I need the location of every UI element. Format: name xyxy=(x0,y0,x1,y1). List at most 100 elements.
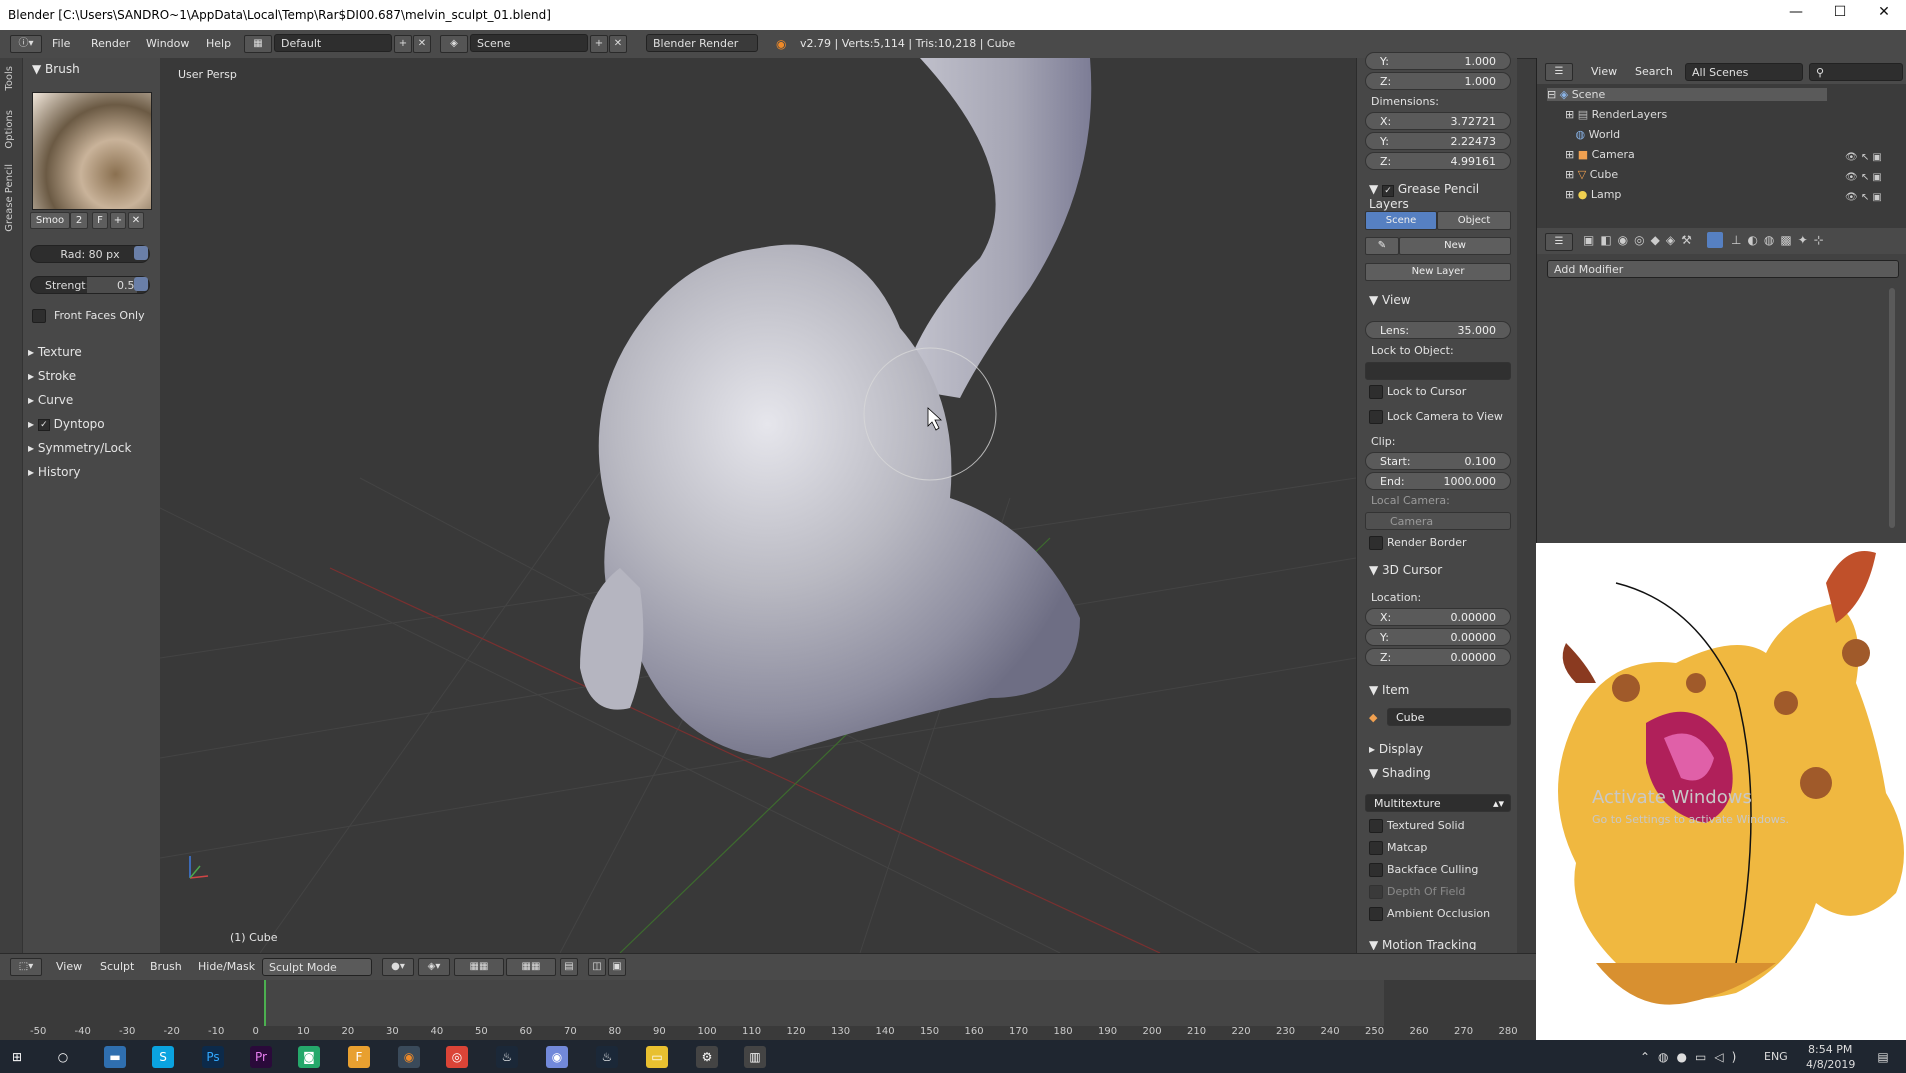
textured-solid-checkbox[interactable] xyxy=(1369,819,1383,833)
shading-icon[interactable]: ●▾ xyxy=(382,958,414,976)
gp-new-layer-button[interactable]: New Layer xyxy=(1365,263,1511,281)
properties-scrollbar[interactable] xyxy=(1889,288,1895,528)
layout-grid-icon[interactable]: ▦ xyxy=(244,35,272,53)
radius-slider[interactable]: Rad: 80 px xyxy=(30,245,150,263)
gp-object-button[interactable]: Object xyxy=(1437,211,1511,230)
tab-tools[interactable]: Tools xyxy=(4,66,15,91)
strength-slider[interactable]: Strengt: 0.500 xyxy=(30,276,150,294)
sculpt-menu[interactable]: Sculpt xyxy=(100,960,134,973)
gp-scene-button[interactable]: Scene xyxy=(1365,211,1437,230)
properties-editor-icon[interactable]: ☰ xyxy=(1545,233,1573,251)
layout-add-icon[interactable]: + xyxy=(394,35,412,53)
photoshop-icon[interactable]: Ps xyxy=(202,1046,224,1068)
cursor-y-field[interactable]: Y: 0.00000 xyxy=(1365,628,1511,646)
tray-icons[interactable]: ⌃◍●▭◁) xyxy=(1640,1050,1744,1064)
menu-file[interactable]: File xyxy=(52,37,70,50)
camera-render-icon[interactable]: ◫ xyxy=(588,958,606,976)
panel-symmetry-lock[interactable]: ▸ Symmetry/Lock xyxy=(28,441,131,455)
taskbar-app-2-icon[interactable]: ◙ xyxy=(298,1046,320,1068)
panel-stroke[interactable]: ▸ Stroke xyxy=(28,369,76,383)
modifier-wrench-icon[interactable] xyxy=(1707,232,1723,248)
hide-mask-menu[interactable]: Hide/Mask xyxy=(198,960,255,973)
search-circle-icon[interactable]: ○ xyxy=(52,1046,74,1068)
display-panel-header[interactable]: ▸ Display xyxy=(1369,742,1423,756)
motion-tracking-header[interactable]: ▼ Motion Tracking xyxy=(1369,938,1477,950)
item-name-field[interactable]: Cube xyxy=(1387,708,1511,726)
panel-curve[interactable]: ▸ Curve xyxy=(28,393,73,407)
clip-end-field[interactable]: End: 1000.000 xyxy=(1365,472,1511,490)
menu-help[interactable]: Help xyxy=(206,37,231,50)
maximize-button[interactable]: ☐ xyxy=(1820,4,1860,26)
current-frame-marker[interactable] xyxy=(264,980,266,1026)
cursor-x-field[interactable]: X: 0.00000 xyxy=(1365,608,1511,626)
editor-type-icon[interactable]: ⓘ▾ xyxy=(10,35,42,53)
close-button[interactable]: ✕ xyxy=(1864,4,1904,26)
scene-selector[interactable]: Scene xyxy=(470,34,588,52)
gp-layers-header[interactable]: ▼ ✓ Grease Pencil Layers xyxy=(1369,182,1517,211)
steam-2-icon[interactable]: ♨ xyxy=(596,1046,618,1068)
scene-remove-icon[interactable]: ✕ xyxy=(609,35,627,53)
taskbar-app-3-icon[interactable]: F xyxy=(348,1046,370,1068)
gp-pencil-icon[interactable]: ✎ xyxy=(1365,237,1399,255)
brush-menu[interactable]: Brush xyxy=(150,960,182,973)
brush-fake-user[interactable]: F xyxy=(92,212,108,229)
3d-viewport[interactable]: User Persp (1) Cube xyxy=(160,58,1356,953)
scale-y-field[interactable]: Y: 1.000 xyxy=(1365,52,1511,70)
local-camera-field[interactable]: Camera xyxy=(1365,512,1511,530)
render-engine-select[interactable]: Blender Render xyxy=(646,34,758,52)
properties-context-icons[interactable]: ▣◧◉◎◆◈⚒ xyxy=(1583,233,1698,247)
dim-y-field[interactable]: Y: 2.22473 xyxy=(1365,132,1511,150)
strength-pressure-icon[interactable] xyxy=(134,277,148,291)
panel-dyntopo[interactable]: ▸ ✓ Dyntopo xyxy=(28,417,105,431)
gp-new-button[interactable]: New xyxy=(1399,237,1511,255)
outliner-search-field[interactable]: ⚲ xyxy=(1809,63,1903,81)
cursor-z-field[interactable]: Z: 0.00000 xyxy=(1365,648,1511,666)
layers-grid-icon[interactable]: ▦▦ xyxy=(454,958,504,976)
dim-x-field[interactable]: X: 3.72721 xyxy=(1365,112,1511,130)
scene-icon[interactable]: ◈ xyxy=(440,35,468,53)
steam-icon[interactable]: ♨ xyxy=(496,1046,518,1068)
scene-add-icon[interactable]: + xyxy=(590,35,608,53)
outliner-item-cube[interactable]: ⊞ ▽ Cube xyxy=(1565,168,1618,181)
taskbar-app-5-icon[interactable]: ▥ xyxy=(744,1046,766,1068)
timeline[interactable]: -50 -40 -30 -20 -10 0 10 20 30 40 50 60 70 80 90 100 110… xyxy=(0,980,1536,1040)
add-modifier-dropdown[interactable]: Add Modifier xyxy=(1547,260,1899,278)
brush-panel-header[interactable]: ▼ Brush xyxy=(32,62,80,76)
blender-taskbar-icon[interactable]: ◉ xyxy=(398,1046,420,1068)
ao-checkbox[interactable] xyxy=(1369,907,1383,921)
outliner-item-camera[interactable]: ⊞ ■ Camera xyxy=(1565,148,1635,161)
start-windows-icon[interactable]: ⊞ xyxy=(6,1046,28,1068)
view-menu[interactable]: View xyxy=(56,960,82,973)
gp-layers-checkbox[interactable]: ✓ xyxy=(1382,185,1395,197)
brush-preview[interactable] xyxy=(32,92,152,210)
skype-icon[interactable]: S xyxy=(152,1046,174,1068)
notifications-icon[interactable]: ▤ xyxy=(1872,1046,1894,1068)
dof-checkbox[interactable] xyxy=(1369,885,1383,899)
outliner-item-world[interactable]: ◍ World xyxy=(1565,128,1621,141)
mode-selector[interactable]: Sculpt Mode xyxy=(262,958,372,976)
radius-pressure-icon[interactable] xyxy=(134,246,148,260)
layout-remove-icon[interactable]: ✕ xyxy=(413,35,431,53)
properties-context-icons-2[interactable]: ⊥◐◍▩✦⊹ xyxy=(1731,233,1830,247)
clock-time[interactable]: 8:54 PM xyxy=(1808,1043,1852,1056)
input-language[interactable]: ENG xyxy=(1764,1050,1788,1063)
layers-grid-icon-2[interactable]: ▦▦ xyxy=(506,958,556,976)
lock-cursor-checkbox[interactable] xyxy=(1369,385,1383,399)
clock-date[interactable]: 4/8/2019 xyxy=(1806,1058,1855,1071)
scale-z-field[interactable]: Z: 1.000 xyxy=(1365,72,1511,90)
brush-users[interactable]: 2 xyxy=(70,212,88,229)
dim-z-field[interactable]: Z: 4.99161 xyxy=(1365,152,1511,170)
outliner-search-menu[interactable]: Search xyxy=(1635,65,1673,78)
panel-history[interactable]: ▸ History xyxy=(28,465,81,479)
outliner-editor-icon[interactable]: ☰ xyxy=(1545,63,1573,81)
dyntopo-checkbox[interactable]: ✓ xyxy=(37,418,50,431)
anim-render-icon[interactable]: ▣ xyxy=(608,958,626,976)
render-border-checkbox[interactable] xyxy=(1369,536,1383,550)
minimize-button[interactable]: — xyxy=(1776,4,1816,26)
lens-field[interactable]: Lens: 35.000 xyxy=(1365,321,1511,339)
shading-panel-header[interactable]: ▼ Shading xyxy=(1369,766,1431,780)
outliner-view-menu[interactable]: View xyxy=(1591,65,1617,78)
chrome-icon[interactable]: ◎ xyxy=(446,1046,468,1068)
3d-cursor-header[interactable]: ▼ 3D Cursor xyxy=(1369,563,1442,577)
premiere-icon[interactable]: Pr xyxy=(250,1046,272,1068)
